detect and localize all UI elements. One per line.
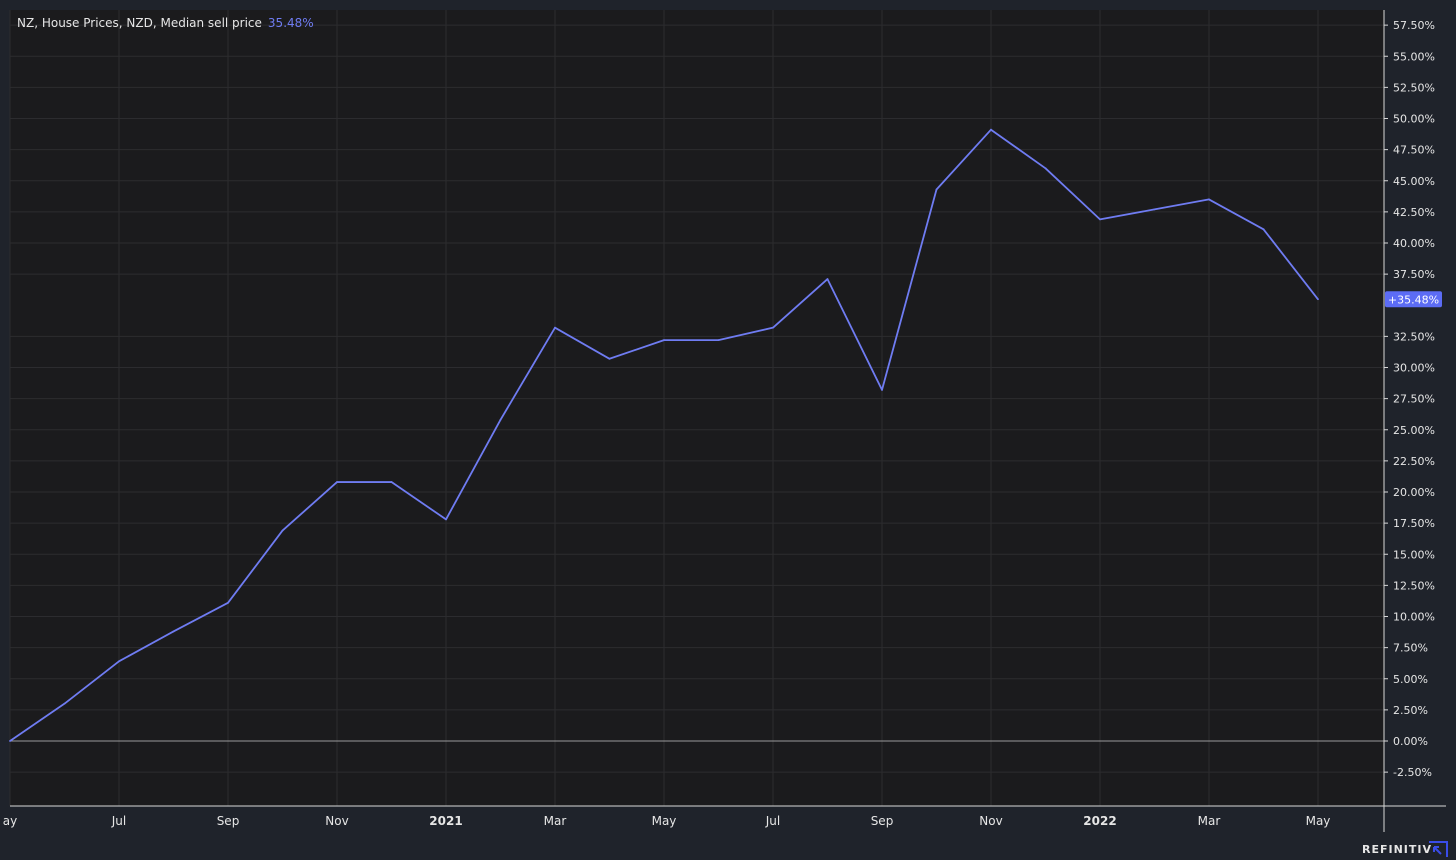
data-point <box>390 481 393 483</box>
y-tick-label: 57.50% <box>1393 19 1435 32</box>
y-tick-label: 45.00% <box>1393 175 1435 188</box>
data-point <box>990 128 992 131</box>
x-tick-label: Mar <box>544 814 567 828</box>
data-point <box>499 418 502 421</box>
x-tick-label: Sep <box>871 814 894 828</box>
y-tick-label: -2.50% <box>1393 766 1432 779</box>
y-tick-label: 0.00% <box>1393 735 1428 748</box>
y-tick-label: 27.50% <box>1393 393 1435 406</box>
y-tick-label: 52.50% <box>1393 81 1435 94</box>
data-point <box>608 357 611 360</box>
data-point <box>1099 218 1101 221</box>
x-tick-label: Mar <box>1198 814 1221 828</box>
y-axis-ticks[interactable]: 57.50% 55.00% 52.50% 50.00% 47.50% 45.00% 42.5… <box>1384 19 1435 779</box>
y-tick-label: 17.50% <box>1393 517 1435 530</box>
data-point <box>336 481 338 483</box>
y-tick-label: 25.00% <box>1393 424 1435 437</box>
data-point <box>445 518 447 521</box>
y-tick-label: 47.50% <box>1393 144 1435 157</box>
data-point <box>227 601 229 604</box>
x-tick-label: Nov <box>979 814 1002 828</box>
data-point <box>1317 298 1319 301</box>
data-point <box>826 278 829 281</box>
price-tag-label: +35.48% <box>1388 293 1439 306</box>
data-point <box>935 188 938 191</box>
brand-name: REFINITIV <box>1362 843 1432 856</box>
x-tick-label: Jul <box>111 814 126 828</box>
series-last-value: 35.48% <box>267 16 314 30</box>
y-tick-label: 50.00% <box>1393 113 1435 126</box>
x-tick-label: Jul <box>765 814 780 828</box>
series-legend[interactable]: NZ, House Prices, NZD, Median sell price… <box>17 16 314 30</box>
data-point <box>1262 228 1265 231</box>
y-tick-label: 2.50% <box>1393 704 1428 717</box>
y-tick-label: 40.00% <box>1393 237 1435 250</box>
data-point <box>1153 208 1156 211</box>
x-axis-ticks[interactable]: ay Jul Sep Nov 2021 Mar May Jul Sep Nov 2022 Mar May <box>3 814 1331 828</box>
y-tick-label: 30.00% <box>1393 362 1435 375</box>
x-tick-label: 2022 <box>1083 814 1116 828</box>
y-tick-label: 42.50% <box>1393 206 1435 219</box>
y-tick-label: 55.00% <box>1393 50 1435 63</box>
data-point <box>881 389 883 391</box>
data-point <box>63 702 66 705</box>
data-point <box>1044 167 1047 170</box>
x-tick-label: May <box>1306 814 1331 828</box>
y-tick-label: 20.00% <box>1393 486 1435 499</box>
data-point <box>554 326 556 329</box>
y-tick-label: 10.00% <box>1393 611 1435 624</box>
x-tick-label: May <box>652 814 677 828</box>
y-tick-label: 12.50% <box>1393 579 1435 592</box>
data-point <box>281 529 284 532</box>
y-tick-label: 15.00% <box>1393 548 1435 561</box>
data-point <box>663 339 665 342</box>
data-point <box>1208 198 1210 201</box>
data-point <box>717 339 720 342</box>
data-point <box>172 630 175 633</box>
x-tick-label: Sep <box>217 814 240 828</box>
data-point <box>772 326 774 329</box>
line-chart: 57.50% 55.00% 52.50% 50.00% 47.50% 45.00% 42.5… <box>3 10 1446 832</box>
y-tick-label: 7.50% <box>1393 642 1428 655</box>
y-tick-label: 32.50% <box>1393 330 1435 343</box>
x-tick-label: ay <box>3 814 17 828</box>
last-price-tag: +35.48% <box>1385 291 1442 308</box>
refinitiv-logo-icon <box>1429 841 1448 857</box>
y-tick-label: 22.50% <box>1393 455 1435 468</box>
data-point <box>9 740 11 742</box>
y-tick-label: 37.50% <box>1393 268 1435 281</box>
series-label: NZ, House Prices, NZD, Median sell price <box>17 16 262 30</box>
plot-background <box>10 10 1384 806</box>
y-tick-label: 5.00% <box>1393 673 1428 686</box>
x-tick-label: 2021 <box>429 814 462 828</box>
x-tick-label: Nov <box>325 814 348 828</box>
data-point <box>118 660 120 663</box>
